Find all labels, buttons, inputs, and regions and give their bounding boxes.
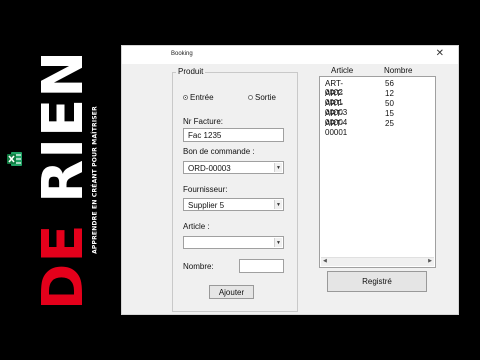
radio-sortie-label: Sortie xyxy=(255,93,276,102)
close-icon[interactable]: ✕ xyxy=(436,48,444,59)
scroll-left-icon[interactable]: ◀ xyxy=(323,258,327,264)
window-title: Booking xyxy=(171,51,193,57)
chevron-down-icon[interactable]: ▼ xyxy=(274,200,282,209)
list-item-article: ART-00001 xyxy=(325,119,348,137)
nombre-label: Nombre: xyxy=(183,262,214,271)
radio-entree-indicator[interactable] xyxy=(183,95,188,100)
bon-de-commande-value: ORD-00003 xyxy=(188,164,231,173)
bon-de-commande-label: Bon de commande : xyxy=(183,147,255,156)
fournisseur-select[interactable]: Supplier 5 ▼ xyxy=(183,198,284,211)
produit-group-title: Produit xyxy=(176,67,206,76)
chevron-down-icon[interactable]: ▼ xyxy=(274,163,282,172)
excel-icon xyxy=(7,152,22,166)
registre-button[interactable]: Registré xyxy=(327,271,427,292)
list-item-nombre: 15 xyxy=(385,109,394,118)
list-header-nombre: Nombre xyxy=(384,66,413,75)
brand-logo: DE RIEN xyxy=(31,50,96,310)
brand-tagline: APPRENDRE EN CRÉANT POUR MAÎTRISER xyxy=(91,106,99,254)
list-item-nombre: 56 xyxy=(385,79,394,88)
articles-list[interactable]: Article Nombre ART-0002 56 ART-0001 12 A… xyxy=(319,66,436,268)
radio-entree[interactable]: Entrée xyxy=(183,93,214,102)
brand-word-rien: RIEN xyxy=(31,49,96,203)
title-bar: Booking ✕ xyxy=(122,46,458,64)
horizontal-scrollbar[interactable]: ◀ ▶ xyxy=(321,257,434,266)
fournisseur-label: Fournisseur: xyxy=(183,185,228,194)
radio-sortie[interactable]: Sortie xyxy=(248,93,276,102)
nombre-field[interactable] xyxy=(239,259,284,273)
article-select[interactable]: ▼ xyxy=(183,236,284,249)
ajouter-button[interactable]: Ajouter xyxy=(209,285,254,299)
list-item-nombre: 12 xyxy=(385,89,394,98)
article-label: Article : xyxy=(183,222,210,231)
nr-facture-label: Nr Facture: xyxy=(183,117,224,126)
brand-panel: DE RIEN APPRENDRE EN CRÉANT POUR MAÎTRIS… xyxy=(0,0,120,360)
list-item-nombre: 50 xyxy=(385,99,394,108)
radio-sortie-indicator[interactable] xyxy=(248,95,253,100)
radio-entree-label: Entrée xyxy=(190,93,214,102)
nr-facture-field[interactable]: Fac 1235 xyxy=(183,128,284,142)
brand-word-de: DE xyxy=(31,223,96,311)
scroll-right-icon[interactable]: ▶ xyxy=(428,258,432,264)
chevron-down-icon[interactable]: ▼ xyxy=(274,238,282,247)
bon-de-commande-select[interactable]: ORD-00003 ▼ xyxy=(183,161,284,174)
list-item-nombre: 25 xyxy=(385,119,394,128)
list-header-article: Article xyxy=(331,66,354,75)
fournisseur-value: Supplier 5 xyxy=(188,201,225,210)
